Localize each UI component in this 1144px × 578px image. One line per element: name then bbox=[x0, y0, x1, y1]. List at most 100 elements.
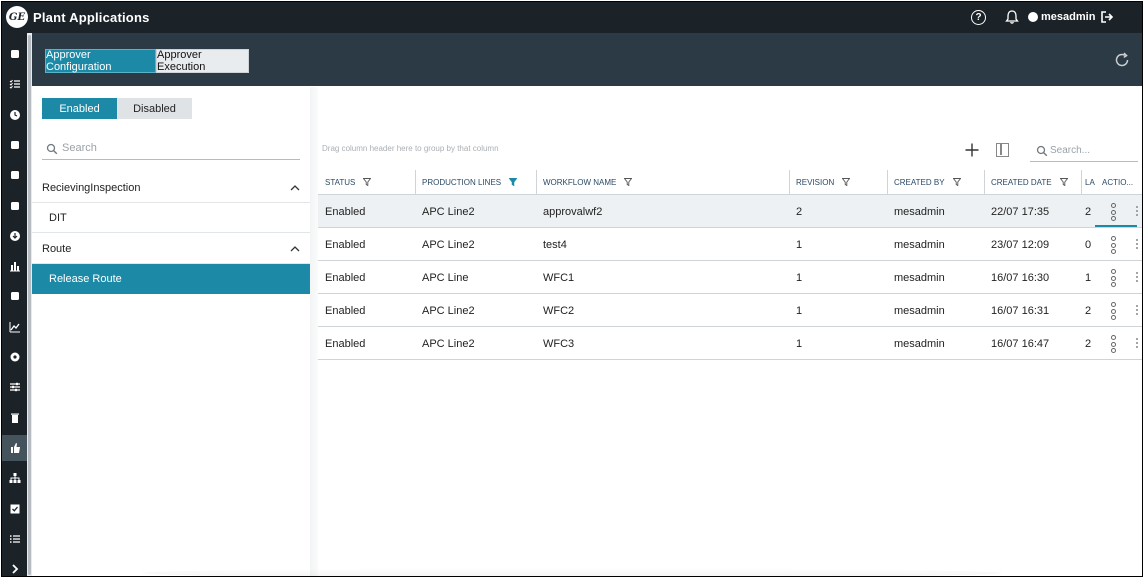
nav-item-hierarchy[interactable] bbox=[2, 465, 27, 491]
last-cell: 2 bbox=[1085, 205, 1092, 218]
truncated-column-icon bbox=[1136, 338, 1138, 348]
tree-group-recievinginspection[interactable]: RecievingInspection bbox=[32, 173, 310, 203]
filter-icon[interactable] bbox=[1059, 177, 1069, 188]
tab-approver-execution[interactable]: Approver Execution bbox=[156, 49, 249, 73]
refresh-icon[interactable] bbox=[1113, 51, 1131, 69]
nav-item-gears[interactable] bbox=[2, 162, 27, 188]
nav-item-bar-chart[interactable] bbox=[2, 253, 27, 279]
column-separator[interactable] bbox=[1081, 170, 1082, 195]
left-navigation-scrollbar[interactable] bbox=[27, 33, 32, 576]
line-chart-icon bbox=[9, 321, 20, 333]
last-cell: 1 bbox=[1085, 271, 1092, 284]
nav-item-calculator[interactable] bbox=[2, 283, 27, 309]
column-header-actio[interactable]: ACTIO... bbox=[1095, 170, 1142, 195]
created-date-cell: 22/07 17:35 bbox=[991, 205, 1050, 218]
column-header-created-date[interactable]: CREATED DATE bbox=[984, 170, 1081, 195]
column-header-workflow-name[interactable]: WORKFLOW NAME bbox=[536, 170, 789, 195]
filter-icon[interactable] bbox=[508, 177, 518, 188]
left-search-placeholder: Search bbox=[62, 142, 97, 154]
user-name[interactable]: mesadmin bbox=[1041, 11, 1095, 23]
expand-chevron-icon bbox=[11, 564, 18, 574]
add-icon[interactable] bbox=[964, 142, 980, 158]
column-header-label: LA bbox=[1085, 178, 1095, 187]
column-header-production-lines[interactable]: PRODUCTION LINES bbox=[415, 170, 536, 195]
nav-item-settings[interactable] bbox=[2, 344, 27, 370]
nav-item-checklist[interactable] bbox=[2, 71, 27, 97]
column-separator[interactable] bbox=[887, 170, 888, 195]
left-search-input[interactable]: Search bbox=[42, 138, 300, 160]
last-cell: 2 bbox=[1085, 337, 1092, 350]
grid-search-input[interactable]: Search... bbox=[1030, 140, 1138, 162]
nav-item-expand-chevron[interactable] bbox=[2, 556, 27, 576]
column-header-status[interactable]: STATUS bbox=[318, 170, 415, 195]
nav-item-thumbs-up[interactable] bbox=[2, 434, 27, 461]
filter-icon[interactable] bbox=[362, 177, 372, 188]
status-cell: Enabled bbox=[325, 304, 366, 317]
clock-icon bbox=[9, 109, 20, 120]
column-header-revision[interactable]: REVISION bbox=[789, 170, 887, 195]
nav-item-edit[interactable] bbox=[2, 193, 27, 219]
workflow-name-cell: test4 bbox=[543, 238, 567, 251]
ge-logo: GE bbox=[6, 6, 28, 28]
nav-item-download[interactable] bbox=[2, 223, 27, 249]
scrollbar-thumb[interactable] bbox=[28, 35, 31, 575]
nav-item-trash[interactable] bbox=[2, 405, 27, 431]
row-actions-kebab-icon[interactable] bbox=[1111, 335, 1117, 353]
nav-item-bullet-list[interactable] bbox=[2, 526, 27, 552]
nav-item-clock[interactable] bbox=[2, 102, 27, 128]
created-date-cell: 16/07 16:47 bbox=[991, 337, 1050, 350]
column-separator[interactable] bbox=[415, 170, 416, 195]
workflow-name-cell: WFC3 bbox=[543, 337, 575, 350]
tree-group-route[interactable]: Route bbox=[32, 234, 310, 264]
column-header-label: ACTIO... bbox=[1102, 178, 1134, 187]
notifications-bell-icon[interactable] bbox=[1003, 8, 1021, 26]
nav-item-operator[interactable] bbox=[2, 41, 27, 67]
help-icon[interactable]: ? bbox=[971, 10, 986, 25]
tree-item-dit[interactable]: DIT bbox=[32, 203, 310, 233]
tree-group-label: Route bbox=[42, 243, 72, 255]
edit-icon bbox=[10, 201, 19, 210]
nav-item-sliders[interactable] bbox=[2, 374, 27, 400]
filter-icon[interactable] bbox=[841, 177, 851, 188]
sliders-icon bbox=[9, 383, 20, 392]
checklist-icon bbox=[9, 79, 20, 90]
column-header-label: STATUS bbox=[325, 178, 356, 187]
column-separator[interactable] bbox=[536, 170, 537, 195]
created-by-cell: mesadmin bbox=[894, 304, 945, 317]
nav-item-checkbox[interactable] bbox=[2, 496, 27, 522]
production-line-cell: APC Line2 bbox=[422, 337, 475, 350]
row-actions-kebab-icon[interactable] bbox=[1111, 236, 1117, 254]
nav-item-line-chart[interactable] bbox=[2, 314, 27, 340]
tab-approver-configuration[interactable]: Approver Configuration bbox=[45, 49, 156, 73]
truncated-column-icon bbox=[1136, 305, 1138, 315]
disabled-toggle-button[interactable]: Disabled bbox=[117, 98, 192, 119]
column-chooser-icon[interactable] bbox=[996, 143, 1009, 157]
tree-group-label: RecievingInspection bbox=[42, 182, 141, 194]
table-row[interactable]: Enabled APC Line2 test4 1 mesadmin 23/07 12:0… bbox=[318, 228, 1142, 261]
filter-icon[interactable] bbox=[623, 177, 633, 188]
column-separator[interactable] bbox=[789, 170, 790, 195]
row-actions-kebab-icon[interactable] bbox=[1111, 269, 1117, 287]
enabled-toggle-button[interactable]: Enabled bbox=[42, 98, 117, 119]
table-row[interactable]: Enabled APC Line2 WFC2 1 mesadmin 16/07 16:31… bbox=[318, 294, 1142, 327]
column-header-created-by[interactable]: CREATED BY bbox=[887, 170, 984, 195]
bottom-shadow bbox=[142, 568, 1002, 576]
status-cell: Enabled bbox=[325, 271, 366, 284]
column-header-la[interactable]: LA bbox=[1081, 170, 1095, 195]
chevron-up-icon[interactable] bbox=[290, 184, 300, 191]
user-avatar-icon[interactable] bbox=[1028, 12, 1038, 22]
chevron-up-icon[interactable] bbox=[290, 245, 300, 252]
table-row[interactable]: Enabled APC Line WFC1 1 mesadmin 16/07 16:30 1 bbox=[318, 261, 1142, 294]
row-actions-kebab-icon[interactable] bbox=[1111, 203, 1117, 221]
column-separator[interactable] bbox=[984, 170, 985, 195]
status-cell: Enabled bbox=[325, 205, 366, 218]
table-row[interactable]: Enabled APC Line2 approvalwf2 2 mesadmin 22/0… bbox=[318, 195, 1142, 228]
revision-cell: 1 bbox=[796, 238, 803, 251]
list-card-icon bbox=[10, 140, 19, 149]
tree-item-release-route[interactable]: Release Route bbox=[32, 264, 310, 294]
filter-icon[interactable] bbox=[952, 177, 961, 188]
logout-icon[interactable] bbox=[1098, 8, 1116, 26]
table-row[interactable]: Enabled APC Line2 WFC3 1 mesadmin 16/07 16:47… bbox=[318, 327, 1142, 360]
nav-item-list-card[interactable] bbox=[2, 132, 27, 158]
row-actions-kebab-icon[interactable] bbox=[1111, 302, 1117, 320]
